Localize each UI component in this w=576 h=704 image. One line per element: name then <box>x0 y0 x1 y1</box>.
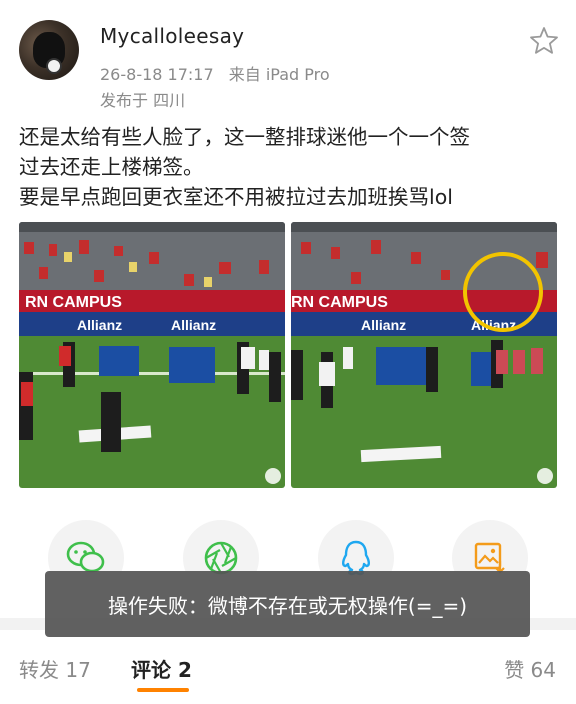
save-image-icon <box>474 542 505 574</box>
wechat-icon <box>66 541 105 573</box>
avatar[interactable] <box>19 20 79 80</box>
post-header: Mycalloleesay 26-8-18 17:17 来自 iPad Pro … <box>0 0 576 120</box>
post-meta: 26-8-18 17:17 来自 iPad Pro <box>100 61 340 85</box>
favorite-star-icon[interactable] <box>529 26 559 56</box>
stadium-banner-text: RN CAMPUS <box>25 294 122 311</box>
tab-like[interactable]: 赞 64 <box>504 654 556 683</box>
sponsor-board-text: Allianz <box>171 317 216 333</box>
active-tab-indicator <box>137 688 189 692</box>
post-text: 还是太给有些人脸了，这一整排球迷他一个一个签 过去还走上楼梯签。 要是早点跑回更… <box>19 122 564 212</box>
sponsor-board-text: Allianz <box>361 317 406 333</box>
tab-repost[interactable]: 转发 17 <box>19 654 91 683</box>
post-text-line: 过去还走上楼梯签。 <box>19 155 204 179</box>
post-text-line: 要是早点跑回更衣室还不用被拉过去加班挨骂lol <box>19 185 453 209</box>
post-image-1[interactable]: RN CAMPUS Allianz Allianz <box>19 222 285 488</box>
post-location: 发布于 四川 <box>100 91 186 110</box>
post-text-line: 还是太给有些人脸了，这一整排球迷他一个一个签 <box>19 125 470 149</box>
post-image-2[interactable]: RN CAMPUS Allianz Allianz <box>291 222 557 488</box>
toast-message: 操作失败：微博不存在或无权操作(=_=) <box>107 593 468 618</box>
tab-comment[interactable]: 评论 2 <box>131 654 192 683</box>
error-toast: 操作失败：微博不存在或无权操作(=_=) <box>45 571 530 637</box>
post-source: 来自 iPad Pro <box>228 65 330 84</box>
post-tabs: 转发 17 评论 2 赞 64 <box>0 630 576 704</box>
post-timestamp: 26-8-18 17:17 <box>100 65 214 84</box>
username[interactable]: Mycalloleesay <box>100 24 244 48</box>
stadium-banner-text: RN CAMPUS <box>291 294 388 311</box>
sponsor-board-text: Allianz <box>77 317 122 333</box>
